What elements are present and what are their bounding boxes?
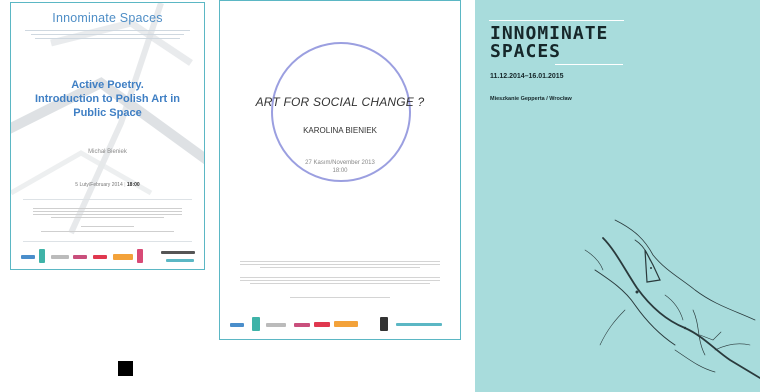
poster1-header: Innominate Spaces (52, 11, 163, 25)
poster1-subtext-line (31, 34, 184, 35)
poster1-swoosh-graphic (11, 3, 204, 235)
poster3-bottom-rule (555, 64, 623, 65)
poster2-body-line (240, 264, 440, 265)
sponsor-logo (73, 255, 87, 259)
sponsor-logo (380, 317, 388, 331)
sponsor-logo (21, 255, 35, 259)
poster1-headline-line: Introduction to Polish Art in (34, 92, 181, 105)
sponsor-logo (137, 249, 143, 263)
poster3-title: INNOMINATE SPACES (490, 25, 608, 61)
poster2-datetime: 27 Kasım/November 2013 18:00 (220, 159, 460, 175)
poster2-title: ART FOR SOCIAL CHANGE ? (255, 95, 425, 109)
poster1-headline: Active Poetry. Introduction to Polish Ar… (19, 79, 196, 120)
sponsor-logo (230, 323, 244, 327)
poster1-body-line (41, 231, 174, 232)
poster1-body-line (33, 208, 182, 209)
sponsor-logo (314, 322, 330, 327)
sponsor-logo (294, 323, 310, 327)
poster2-time: 18:00 (332, 168, 348, 175)
poster1-datetime: 5 Luty/February 2014 | 18:00 (75, 182, 140, 188)
poster1-divider (23, 241, 192, 242)
poster1-headline-line: Active Poetry. (71, 79, 144, 91)
poster1-body-line (81, 226, 134, 227)
sponsor-logo (113, 254, 133, 260)
poster-innominate-spaces: INNOMINATE SPACES 11.12.2014–16.01.2015 … (475, 0, 760, 392)
poster3-title-line: SPACES (490, 41, 562, 62)
poster1-divider (23, 199, 192, 200)
poster2-body-line (240, 280, 440, 281)
poster2-body-line (260, 267, 420, 268)
sponsor-logo (252, 317, 260, 331)
poster2-body-line (250, 283, 430, 284)
poster3-venue: Mieszkanie Gepperta / Wrocław (490, 96, 572, 102)
poster-art-for-social-change: ART FOR SOCIAL CHANGE ? KAROLINA BIENIEK… (219, 0, 461, 340)
poster2-date: 27 Kasım/November 2013 (305, 160, 375, 166)
sponsor-logo (161, 251, 195, 254)
black-square-marker (118, 361, 133, 376)
poster1-time: 18:00 (126, 182, 140, 188)
poster3-dates: 11.12.2014–16.01.2015 (490, 73, 564, 80)
poster1-body-line (33, 214, 182, 215)
sponsor-logo (51, 255, 69, 259)
poster1-body-line (51, 217, 164, 218)
sponsor-logo (93, 255, 107, 259)
poster2-body-line (290, 297, 390, 298)
poster3-river-map (584, 219, 760, 379)
sponsor-logo (396, 323, 442, 326)
poster2-author: KAROLINA BIENIEK (303, 126, 377, 135)
sponsor-logo (334, 321, 358, 327)
poster-active-poetry: Innominate Spaces Active Poetry. Introdu… (10, 2, 205, 270)
poster1-body-line (33, 211, 182, 212)
sponsor-logo (39, 249, 45, 263)
sponsor-logo (166, 259, 194, 262)
poster1-headline-line: Public Space (73, 106, 142, 119)
poster1-author: Michał Bieniek (88, 149, 127, 155)
poster1-date: 5 Luty/February 2014 (75, 182, 123, 188)
sponsor-logo (266, 323, 286, 327)
poster2-body-line (240, 261, 440, 262)
poster3-top-rule (489, 20, 624, 21)
poster1-subtext-line (25, 30, 190, 31)
poster2-body-line (240, 277, 440, 278)
poster1-subtext-line (35, 38, 180, 39)
